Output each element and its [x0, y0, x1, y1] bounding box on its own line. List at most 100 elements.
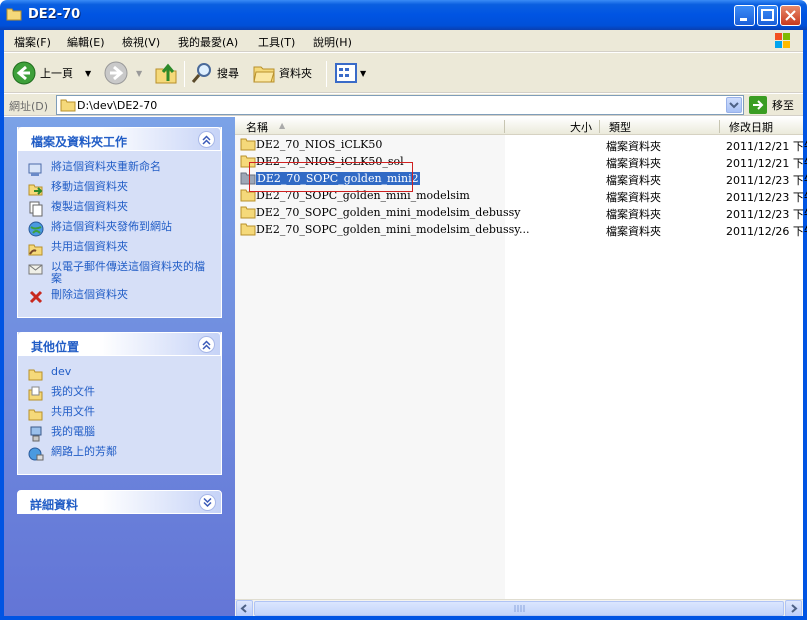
chevron-up-icon — [202, 340, 211, 350]
close-button[interactable] — [780, 5, 801, 26]
task-label: 將這個資料夾重新命名 — [51, 160, 161, 173]
address-dropdown-button[interactable] — [726, 97, 742, 113]
windows-logo-icon — [775, 33, 790, 48]
other-places-header[interactable]: 其他位置 — [18, 332, 221, 356]
sort-ascending-icon: ▲ — [279, 121, 286, 130]
task-rename-folder[interactable]: 將這個資料夾重新命名 — [28, 161, 161, 177]
file-name: DE2_70_SOPC_golden_mini_modelsim_debussy — [256, 206, 521, 219]
column-separator[interactable] — [719, 120, 720, 133]
window-frame-right — [803, 30, 807, 620]
task-label: 共用這個資料夾 — [51, 240, 128, 253]
column-modified[interactable]: 修改日期 — [729, 119, 773, 135]
up-folder-button[interactable] — [154, 61, 178, 85]
chevron-down-icon — [729, 102, 739, 109]
place-my-computer[interactable]: 我的電腦 — [28, 426, 95, 442]
views-button[interactable]: ▼ — [334, 61, 366, 85]
place-network[interactable]: 網路上的芳鄰 — [28, 446, 117, 462]
move-icon — [28, 184, 43, 196]
place-label: dev — [51, 365, 72, 378]
file-folder-tasks-header[interactable]: 檔案及資料夾工作 — [18, 127, 221, 151]
expand-button[interactable] — [199, 494, 216, 511]
menu-view[interactable]: 檢視(V) — [122, 34, 160, 50]
task-label: 將這個資料夾發佈到網站 — [51, 220, 172, 233]
window-frame-bottom — [0, 616, 807, 620]
column-separator[interactable] — [504, 120, 505, 133]
panel-title: 其他位置 — [31, 340, 80, 354]
folders-icon — [253, 66, 275, 83]
place-shared-documents[interactable]: 共用文件 — [28, 406, 95, 422]
task-email-folder[interactable]: 以電子郵件傳送這個資料夾的檔案 — [28, 261, 213, 285]
horizontal-scrollbar[interactable] — [235, 599, 803, 617]
file-row[interactable]: DE2_70_SOPC_golden_mini_modelsim_debussy… — [235, 204, 807, 221]
task-label: 移動這個資料夾 — [51, 180, 128, 193]
collapse-button[interactable] — [198, 336, 215, 353]
toolbar: 上一頁 ▼ ▼ 搜尋 資料夾 ▼ — [4, 53, 803, 93]
delete-icon — [29, 290, 43, 304]
column-type[interactable]: 類型 — [609, 119, 631, 135]
details-panel: 詳細資料 — [17, 490, 222, 515]
copy-icon — [29, 201, 43, 217]
my-computer-icon — [30, 426, 42, 442]
menu-edit[interactable]: 編輯(E) — [67, 34, 105, 50]
scroll-thumb[interactable] — [254, 601, 784, 616]
place-my-documents[interactable]: 我的文件 — [28, 386, 95, 402]
file-name: DE2_70_NIOS_iCLK50 — [256, 138, 383, 151]
forward-dropdown-icon[interactable]: ▼ — [136, 69, 142, 78]
back-dropdown-icon[interactable]: ▼ — [85, 69, 91, 78]
folders-label: 資料夾 — [279, 67, 312, 80]
grip-icon — [514, 605, 525, 612]
search-label: 搜尋 — [217, 67, 239, 80]
menu-file[interactable]: 檔案(F) — [14, 34, 51, 50]
file-modified: 2011/12/21 下午 — [726, 140, 807, 153]
task-pane: 檔案及資料夾工作 將這個資料夾重新命名 移動這個資料夾 複製這個資料夾 將這個資… — [4, 117, 235, 616]
folders-button[interactable]: 資料夾 — [252, 61, 312, 85]
collapse-button[interactable] — [198, 131, 215, 148]
panel-title: 詳細資料 — [30, 498, 79, 512]
place-label: 共用文件 — [51, 405, 95, 418]
scroll-left-button[interactable] — [236, 600, 253, 617]
task-move-folder[interactable]: 移動這個資料夾 — [28, 181, 128, 197]
details-header[interactable]: 詳細資料 — [17, 490, 222, 514]
go-button[interactable]: 移至 — [749, 96, 794, 114]
task-publish-folder[interactable]: 將這個資料夾發佈到網站 — [28, 221, 172, 237]
task-copy-folder[interactable]: 複製這個資料夾 — [28, 201, 128, 217]
folder-icon — [60, 99, 76, 112]
search-button[interactable]: 搜尋 — [190, 61, 239, 85]
file-folder-tasks-panel: 檔案及資料夾工作 將這個資料夾重新命名 移動這個資料夾 複製這個資料夾 將這個資… — [17, 127, 222, 318]
maximize-button[interactable] — [757, 5, 778, 26]
file-row[interactable]: DE2_70_SOPC_golden_mini_modelsim_debussy… — [235, 221, 807, 238]
email-icon — [28, 264, 43, 275]
maximize-icon — [761, 9, 774, 21]
highlight-annotation-box — [249, 162, 413, 192]
go-label: 移至 — [772, 99, 794, 112]
task-share-folder[interactable]: 共用這個資料夾 — [28, 241, 128, 257]
search-icon — [191, 63, 211, 83]
address-label: 網址(D) — [9, 100, 49, 113]
views-dropdown-icon[interactable]: ▼ — [360, 69, 366, 78]
scroll-right-button[interactable] — [785, 600, 802, 617]
chevron-left-icon — [240, 604, 247, 613]
task-delete-folder[interactable]: 刪除這個資料夾 — [28, 289, 128, 305]
back-button[interactable]: 上一頁 ▼ — [12, 61, 91, 85]
folder-icon — [6, 8, 22, 21]
column-separator[interactable] — [599, 120, 600, 133]
place-label: 我的電腦 — [51, 425, 95, 438]
toolbar-separator — [184, 61, 185, 87]
file-type: 檔案資料夾 — [606, 140, 661, 153]
menu-favorites[interactable]: 我的最愛(A) — [178, 34, 238, 50]
address-input[interactable]: D:\dev\DE2-70 — [56, 95, 744, 115]
column-name[interactable]: 名稱 — [246, 119, 268, 135]
task-label: 以電子郵件傳送這個資料夾的檔案 — [51, 260, 205, 285]
file-type: 檔案資料夾 — [606, 157, 661, 170]
file-row[interactable]: DE2_70_NIOS_iCLK50 檔案資料夾 2011/12/21 下午 — [235, 136, 807, 153]
shared-documents-icon — [28, 409, 43, 421]
title-bar[interactable]: DE2-70 — [0, 0, 807, 30]
minimize-button[interactable] — [734, 5, 755, 26]
forward-button[interactable]: ▼ — [104, 61, 142, 85]
place-dev[interactable]: dev — [28, 366, 71, 382]
menu-help[interactable]: 說明(H) — [313, 34, 352, 50]
toolbar-separator — [326, 61, 327, 87]
column-size[interactable]: 大小 — [570, 119, 592, 135]
menu-tools[interactable]: 工具(T) — [258, 34, 295, 50]
file-modified: 2011/12/21 下午 — [726, 157, 807, 170]
